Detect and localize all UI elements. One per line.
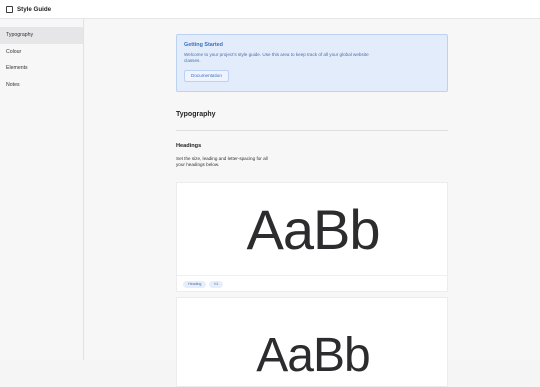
sidebar-item-label: Typography — [6, 32, 34, 39]
sidebar-item-notes[interactable]: Notes — [0, 77, 83, 94]
section-title: Typography — [176, 111, 216, 118]
heading-sample-card: AaBb Heading h1 — [176, 182, 449, 293]
callout-title: Getting Started — [184, 42, 223, 48]
class-tag[interactable]: h1 — [209, 281, 224, 288]
callout-text: Welcome to your project's style guide. U… — [184, 52, 369, 64]
class-tag[interactable]: Heading — [183, 281, 207, 288]
sidebar-item-typography[interactable]: Typography — [0, 27, 83, 44]
sidebar-item-label: Notes — [6, 81, 20, 88]
sidebar-item-label: Elements — [6, 65, 28, 72]
sidebar-item-elements[interactable]: Elements — [0, 60, 83, 77]
sidebar: Typography Colour Elements Notes — [0, 19, 84, 360]
divider — [176, 130, 448, 131]
app-title: Style Guide — [17, 5, 52, 13]
square-outline-icon — [6, 5, 13, 13]
top-bar: Style Guide — [0, 0, 540, 19]
type-sample: AaBb — [256, 329, 370, 382]
main-content: Getting Started Welcome to your project'… — [85, 19, 540, 387]
heading-sample-card: AaBb — [176, 297, 448, 387]
sidebar-item-colour[interactable]: Colour — [0, 44, 83, 61]
subsection-title: Headings — [176, 143, 202, 149]
documentation-button[interactable]: Documentation — [184, 70, 229, 83]
getting-started-callout: Getting Started Welcome to your project'… — [176, 34, 448, 92]
subsection-description: Set the size, leading and letter-spacing… — [176, 156, 268, 167]
card-footer: Heading h1 — [177, 275, 449, 293]
sidebar-item-label: Colour — [6, 48, 22, 55]
type-sample: AaBb — [246, 198, 381, 261]
